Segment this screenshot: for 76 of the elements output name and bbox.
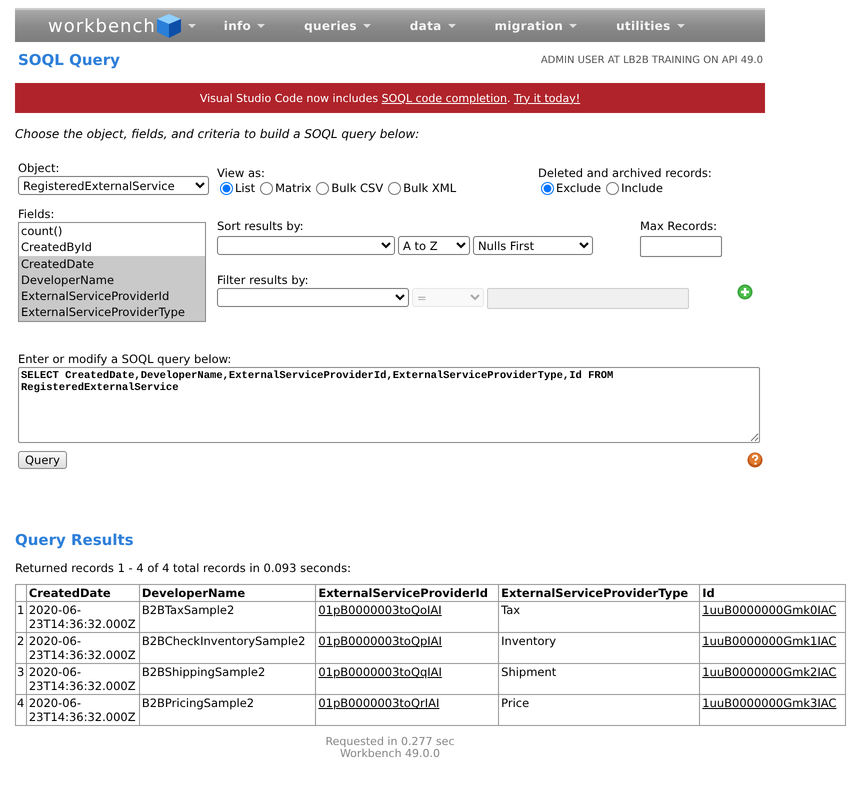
caret-icon: [676, 23, 686, 29]
row-number: 1: [16, 602, 26, 632]
field-label: Filter results by:: [217, 273, 308, 287]
query-button[interactable]: Query: [18, 451, 67, 469]
table-cell: B2BPricingSample2: [139, 694, 316, 726]
radio-button[interactable]: [388, 182, 402, 194]
radio-label[interactable]: List: [235, 181, 256, 195]
query-editor[interactable]: SELECT CreatedDate,DeveloperName,ExternalServiceProviderId,ExternalServiceProviderType,Id FROM RegisteredExternalService: [18, 367, 760, 443]
radio-button[interactable]: [606, 182, 620, 194]
column-header: ExternalServiceProviderId: [316, 584, 499, 602]
radio-label[interactable]: Include: [621, 181, 663, 195]
add-filter-icon[interactable]: [737, 284, 753, 300]
field-label: Object:: [18, 161, 60, 175]
radio-button[interactable]: [541, 182, 554, 194]
section-title: Query Results: [15, 531, 135, 549]
field-option[interactable]: DeveloperName: [19, 272, 205, 288]
sort-field-dropdown[interactable]: [217, 236, 395, 255]
table-cell: 2020-06-23T14:36:32.000Z: [26, 664, 140, 694]
table-cell: B2BShippingSample2: [139, 664, 316, 694]
column-header: ExternalServiceProviderType: [498, 584, 700, 602]
column-header: Id: [700, 584, 846, 602]
column-header: DeveloperName: [139, 584, 316, 602]
field-label: Fields:: [18, 207, 54, 221]
caret-icon: [186, 23, 197, 29]
table-cell: 2020-06-23T14:36:32.000Z: [26, 694, 140, 726]
field-label: View as:: [217, 166, 265, 180]
field-option[interactable]: ExternalServiceProviderType: [19, 304, 205, 321]
caret-icon: [256, 23, 266, 29]
table-cell: Tax: [498, 602, 700, 632]
table-cell: 2020-06-23T14:36:32.000Z: [26, 602, 140, 632]
row-number: 3: [16, 664, 26, 694]
footer-text: Requested in 0.277 sec: [326, 736, 454, 748]
instructions: Choose the object, fields, and criteria to build a SOQL query below:: [15, 127, 420, 141]
row-number: 4: [16, 694, 26, 726]
field-option[interactable]: CreatedById: [19, 239, 205, 256]
results-summary: Returned records 1 - 4 of 4 total records in 0.093 seconds:: [15, 561, 352, 575]
column-header: CreatedDate: [26, 584, 140, 602]
table-cell: B2BCheckInventorySample2: [139, 632, 316, 664]
table-cell: Price: [498, 694, 700, 726]
banner-link[interactable]: SOQL code completion: [382, 92, 507, 104]
banner-message: Visual Studio Code now includes SOQL code completion. Try it today!: [200, 92, 580, 104]
sort-direction-dropdown[interactable]: A to Z: [398, 236, 470, 255]
radio-label[interactable]: Matrix: [275, 181, 312, 195]
filter-field-dropdown[interactable]: [217, 288, 409, 307]
field-option[interactable]: CreatedDate: [19, 256, 205, 272]
radio-label[interactable]: Exclude: [556, 181, 602, 195]
row-number: 2: [16, 632, 26, 664]
field-label: Sort results by:: [217, 219, 304, 233]
logo-text[interactable]: workbench: [48, 16, 156, 36]
table-cell: Inventory: [498, 632, 700, 664]
radio-button[interactable]: [260, 182, 274, 194]
footer-text: Workbench 49.0.0: [340, 748, 440, 760]
radio-label[interactable]: Bulk CSV: [331, 181, 384, 195]
help-icon[interactable]: [747, 452, 763, 468]
field-label: Enter or modify a SOQL query below:: [18, 352, 232, 366]
radio-button[interactable]: [220, 182, 233, 194]
nulls-order-dropdown[interactable]: Nulls First: [473, 236, 593, 255]
user-info: ADMIN USER AT LB2B TRAINING ON API 49.0: [540, 54, 763, 66]
fields-listbox[interactable]: count() CreatedById CreatedDate DeveloperName ExternalServiceProviderId ExternalServiceProviderType: [18, 222, 206, 322]
max-records-field[interactable]: [640, 236, 722, 257]
cube-logo-icon: [156, 13, 182, 39]
field-label: Deleted and archived records:: [538, 166, 712, 180]
table-cell: B2BTaxSample2: [139, 602, 316, 632]
caret-icon: [568, 23, 578, 29]
field-option[interactable]: count(): [19, 223, 205, 240]
table-cell: Shipment: [498, 664, 700, 694]
radio-label[interactable]: Bulk XML: [403, 181, 456, 195]
caret-icon: [362, 23, 372, 29]
caret-icon: [446, 23, 457, 29]
banner-link[interactable]: Try it today!: [514, 92, 580, 104]
object-dropdown[interactable]: RegisteredExternalService: [18, 176, 209, 195]
page-title: SOQL Query: [18, 51, 120, 69]
table-cell: 2020-06-23T14:36:32.000Z: [26, 632, 140, 664]
radio-button[interactable]: [316, 182, 330, 194]
field-option[interactable]: ExternalServiceProviderId: [19, 288, 205, 304]
field-label: Max Records:: [640, 219, 718, 233]
